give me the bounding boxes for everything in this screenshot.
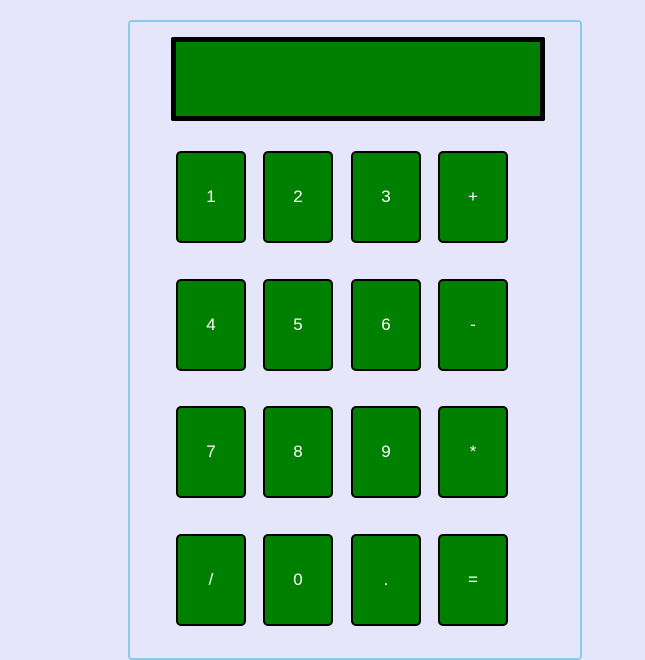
add-button[interactable]: + bbox=[438, 151, 508, 243]
subtract-button[interactable]: - bbox=[438, 279, 508, 371]
key-2-button[interactable]: 2 bbox=[263, 151, 333, 243]
multiply-button[interactable]: * bbox=[438, 406, 508, 498]
key-1-button[interactable]: 1 bbox=[176, 151, 246, 243]
key-9-button[interactable]: 9 bbox=[351, 406, 421, 498]
key-6-button[interactable]: 6 bbox=[351, 279, 421, 371]
key-4-button[interactable]: 4 bbox=[176, 279, 246, 371]
key-5-button[interactable]: 5 bbox=[263, 279, 333, 371]
equals-button[interactable]: = bbox=[438, 534, 508, 626]
calculator-display bbox=[171, 37, 545, 121]
divide-button[interactable]: / bbox=[176, 534, 246, 626]
key-0-button[interactable]: 0 bbox=[263, 534, 333, 626]
key-7-button[interactable]: 7 bbox=[176, 406, 246, 498]
decimal-button[interactable]: . bbox=[351, 534, 421, 626]
key-3-button[interactable]: 3 bbox=[351, 151, 421, 243]
calculator-frame: 1 2 3 + 4 5 6 - 7 8 9 * / 0 . = bbox=[128, 20, 582, 660]
key-8-button[interactable]: 8 bbox=[263, 406, 333, 498]
